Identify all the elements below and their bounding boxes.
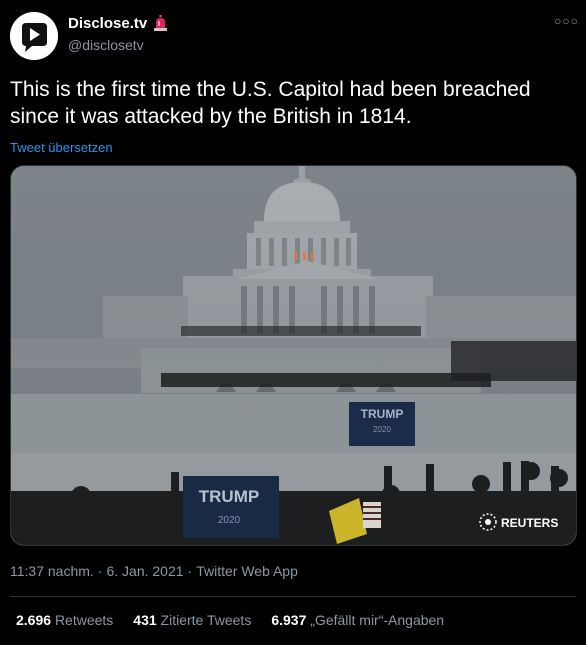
meta-separator-2: · bbox=[187, 563, 193, 579]
retweets-label: Retweets bbox=[54, 612, 114, 628]
tweet-text: This is the first time the U.S. Capitol … bbox=[10, 76, 576, 130]
tweet-source[interactable]: Twitter Web App bbox=[196, 563, 298, 579]
tweet-time[interactable]: 11:37 nachm. bbox=[10, 563, 94, 579]
tweet-text-line-2: since it was attacked by the British in … bbox=[10, 105, 412, 128]
author-name-text: Disclose.tv bbox=[68, 15, 148, 32]
more-options-icon[interactable]: ○○○ bbox=[554, 14, 578, 30]
tweet-stats: 2.696 Retweets 431 Zitierte Tweets 6.937… bbox=[16, 612, 444, 628]
tweet-date[interactable]: 6. Jan. 2021 bbox=[106, 563, 183, 579]
quotes-count: 431 bbox=[133, 612, 157, 628]
meta-separator-1: · bbox=[97, 563, 103, 579]
tweet-header: Disclose.tv @disclosetv ○○○ bbox=[10, 12, 578, 60]
author-handle[interactable]: @disclosetv bbox=[68, 37, 144, 53]
likes-stat[interactable]: 6.937 „Gefällt mir“-Angaben bbox=[271, 612, 444, 628]
tweet-meta: 11:37 nachm. · 6. Jan. 2021 · Twitter We… bbox=[10, 563, 298, 579]
capitol-photo: TRUMP 2020 TRUMP 2020 REUTERS bbox=[11, 166, 576, 545]
reuters-text: REUTERS bbox=[501, 516, 558, 530]
lower-banner-year: 2020 bbox=[218, 515, 241, 526]
quotes-label: Zitierte Tweets bbox=[160, 612, 252, 628]
police-siren-icon bbox=[154, 15, 168, 31]
tweet-text-line-1: This is the first time the U.S. Capitol … bbox=[10, 78, 531, 101]
likes-label: „Gefällt mir“-Angaben bbox=[310, 612, 445, 628]
retweets-count: 2.696 bbox=[16, 612, 52, 628]
lower-banner-text: TRUMP bbox=[199, 487, 259, 506]
disclose-logo-icon bbox=[10, 12, 58, 60]
retweets-stat[interactable]: 2.696 Retweets bbox=[16, 612, 113, 628]
author-name[interactable]: Disclose.tv bbox=[68, 15, 169, 32]
quotes-stat[interactable]: 431 Zitierte Tweets bbox=[133, 612, 251, 628]
divider-top bbox=[10, 596, 576, 597]
tweet-photo[interactable]: TRUMP 2020 TRUMP 2020 REUTERS bbox=[10, 165, 577, 546]
likes-count: 6.937 bbox=[271, 612, 307, 628]
avatar[interactable] bbox=[10, 12, 58, 60]
upper-flag-text: TRUMP bbox=[361, 407, 404, 421]
translate-tweet-link[interactable]: Tweet übersetzen bbox=[10, 140, 113, 155]
upper-flag-year: 2020 bbox=[373, 425, 391, 434]
